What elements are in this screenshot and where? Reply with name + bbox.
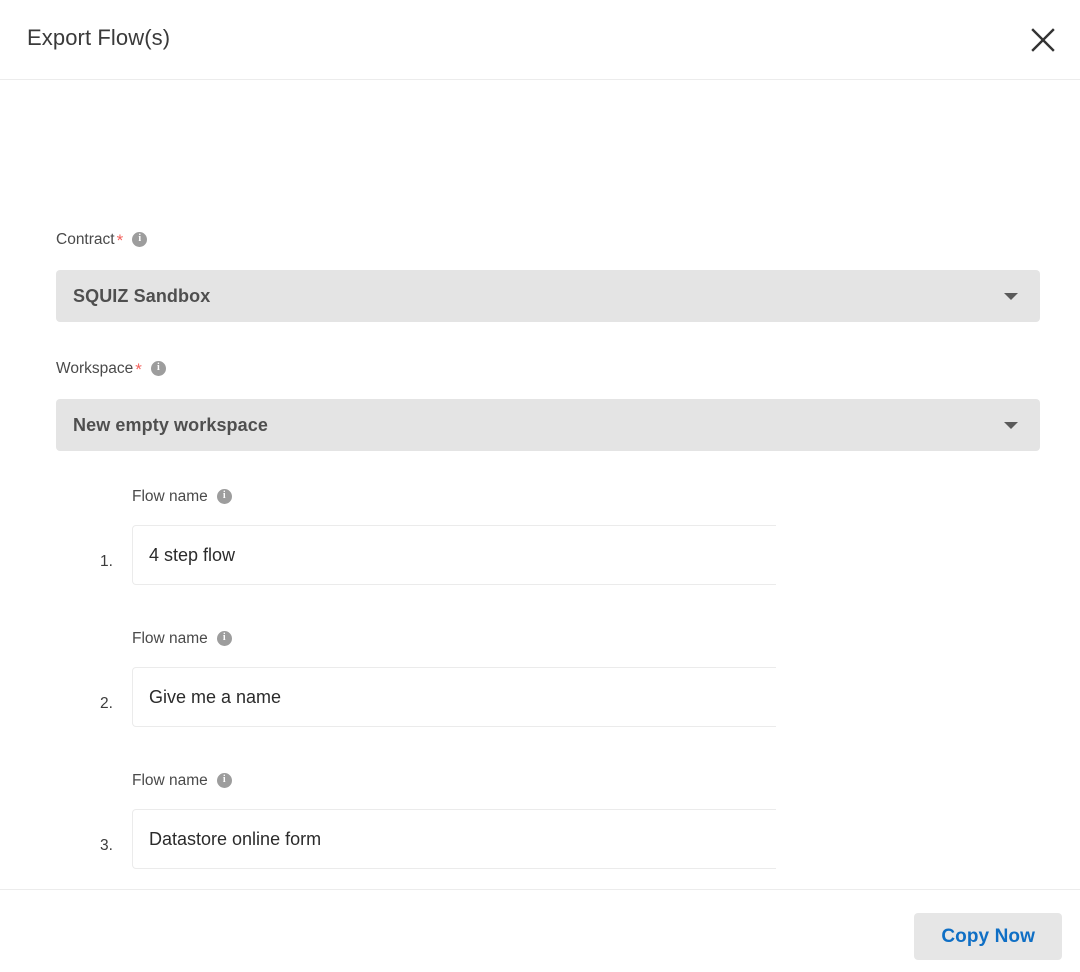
flow-index: 1. (100, 553, 113, 570)
flow-list: Flow name i 1. Flow name i 2. (0, 478, 1080, 889)
workspace-label: Workspace * i (56, 359, 166, 379)
info-icon[interactable]: i (216, 631, 232, 647)
flow-name-input[interactable] (132, 525, 776, 585)
copy-now-button[interactable]: Copy Now (914, 913, 1062, 960)
flow-name-input[interactable] (132, 809, 776, 869)
chevron-down-icon (1004, 293, 1018, 300)
page-title: Export Flow(s) (27, 25, 171, 50)
contract-label-text: Contract (56, 230, 115, 248)
flow-name-label: Flow name i (132, 773, 232, 789)
flow-name-label: Flow name i (132, 631, 232, 647)
flow-name-label: Flow name i (132, 489, 232, 505)
workspace-select-value: New empty workspace (73, 414, 268, 435)
flow-name-label-text: Flow name (132, 630, 208, 647)
dialog-body: Contract * i SQUIZ Sandbox Workspace * i… (0, 80, 1080, 889)
contract-select[interactable]: SQUIZ Sandbox (56, 270, 1040, 322)
workspace-label-text: Workspace (56, 359, 134, 377)
flow-name-label-text: Flow name (132, 488, 208, 505)
dialog-footer: Copy Now (0, 889, 1080, 972)
info-icon[interactable]: i (216, 489, 232, 505)
flow-name-input-wrapper (132, 809, 776, 869)
flow-index: 3. (100, 837, 113, 854)
info-icon[interactable]: i (216, 773, 232, 789)
required-asterisk: * (116, 231, 124, 250)
flow-name-input-wrapper (132, 525, 776, 585)
contract-select-value: SQUIZ Sandbox (73, 285, 211, 306)
flow-name-input-wrapper (132, 667, 776, 727)
close-button[interactable] (1023, 20, 1063, 60)
list-item: Flow name i 1. (0, 478, 1080, 620)
dialog-header: Export Flow(s) (0, 0, 1080, 80)
required-asterisk: * (135, 360, 142, 379)
contract-label: Contract * i (56, 230, 148, 250)
flow-name-input[interactable] (132, 667, 776, 727)
info-icon[interactable]: i (150, 361, 166, 376)
flow-name-label-text: Flow name (132, 772, 208, 789)
export-flows-dialog: Export Flow(s) Contract * i SQUIZ Sandbo… (0, 0, 1080, 972)
flow-index: 2. (100, 695, 113, 712)
list-item: Flow name i 3. (0, 762, 1080, 889)
info-icon[interactable]: i (132, 232, 148, 247)
chevron-down-icon (1004, 422, 1018, 429)
list-item: Flow name i 2. (0, 620, 1080, 762)
close-icon (1030, 27, 1056, 53)
workspace-select[interactable]: New empty workspace (56, 399, 1040, 451)
